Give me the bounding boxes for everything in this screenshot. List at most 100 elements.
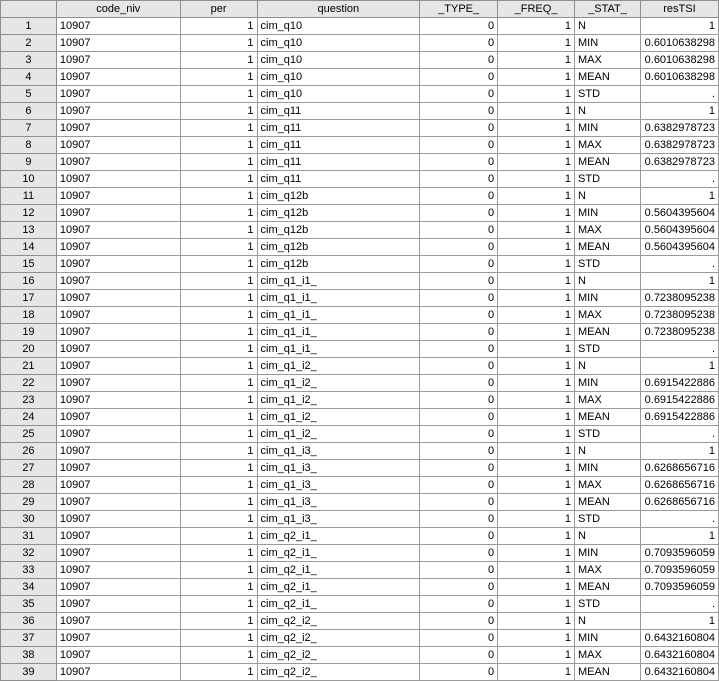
row-number[interactable]: 6 (0, 102, 57, 120)
cell-question[interactable]: cim_q11 (256, 153, 421, 171)
cell-code-niv[interactable]: 10907 (55, 187, 181, 205)
cell-restsi[interactable]: 1 (639, 527, 719, 545)
table-row[interactable]: 10 10907 1 cim_q11 0 1 STD. (0, 170, 719, 188)
cell-restsi[interactable]: 0.6268656716 (639, 493, 719, 511)
cell-restsi[interactable]: 0.7238095238 (639, 306, 719, 324)
cell-code-niv[interactable]: 10907 (55, 136, 181, 154)
cell-code-niv[interactable]: 10907 (55, 102, 181, 120)
cell-code-niv[interactable]: 10907 (55, 425, 181, 443)
cell-freq[interactable]: 1 (497, 391, 576, 409)
row-number[interactable]: 15 (0, 255, 57, 273)
cell-stat[interactable]: STD (574, 85, 641, 103)
cell-question[interactable]: cim_q11 (256, 136, 421, 154)
cell-type[interactable]: 0 (419, 374, 499, 392)
cell-question[interactable]: cim_q2_i1_ (256, 561, 421, 579)
cell-freq[interactable]: 1 (497, 408, 576, 426)
row-number[interactable]: 1 (0, 17, 57, 35)
column-header-question[interactable]: question (256, 0, 421, 18)
table-row[interactable]: 14 10907 1 cim_q12b 0 1 MEAN 0.5604395604 (0, 238, 719, 256)
cell-per[interactable]: 1 (179, 238, 258, 256)
cell-stat[interactable]: MEAN (574, 238, 641, 256)
table-row[interactable]: 24 10907 1 cim_q1_i2_ 0 1 MEAN 0.6915422886 (0, 408, 719, 426)
column-header-type[interactable]: _TYPE_ (419, 0, 499, 18)
row-number[interactable]: 18 (0, 306, 57, 324)
cell-stat[interactable]: N (574, 612, 641, 630)
row-number[interactable]: 28 (0, 476, 57, 494)
table-row[interactable]: 31 10907 1 cim_q2_i1_ 0 1 N 1 (0, 527, 719, 545)
table-row[interactable]: 22 10907 1 cim_q1_i2_ 0 1 MIN 0.6915422886 (0, 374, 719, 392)
cell-restsi[interactable]: 0.7093596059 (639, 544, 719, 562)
cell-code-niv[interactable]: 10907 (55, 238, 181, 256)
table-row[interactable]: 11 10907 1 cim_q12b 0 1 N 1 (0, 187, 719, 205)
cell-type[interactable]: 0 (419, 561, 499, 579)
cell-restsi[interactable]: 0.6915422886 (639, 374, 719, 392)
cell-code-niv[interactable]: 10907 (55, 493, 181, 511)
cell-stat[interactable]: MEAN (574, 408, 641, 426)
row-number[interactable]: 30 (0, 510, 57, 528)
cell-question[interactable]: cim_q1_i3_ (256, 442, 421, 460)
cell-question[interactable]: cim_q1_i2_ (256, 425, 421, 443)
column-header-per[interactable]: per (179, 0, 258, 18)
cell-restsi[interactable]: . (639, 595, 719, 613)
row-number[interactable]: 35 (0, 595, 57, 613)
row-number[interactable]: 25 (0, 425, 57, 443)
cell-per[interactable]: 1 (179, 85, 258, 103)
cell-per[interactable]: 1 (179, 493, 258, 511)
cell-stat[interactable]: MIN (574, 374, 641, 392)
cell-restsi[interactable]: 0.5604395604 (639, 221, 719, 239)
cell-restsi[interactable]: 0.6382978723 (639, 153, 719, 171)
cell-freq[interactable]: 1 (497, 629, 576, 647)
cell-freq[interactable]: 1 (497, 595, 576, 613)
table-row[interactable]: 35 10907 1 cim_q2_i1_ 0 1 STD. (0, 595, 719, 613)
cell-code-niv[interactable]: 10907 (55, 459, 181, 477)
cell-per[interactable]: 1 (179, 527, 258, 545)
cell-per[interactable]: 1 (179, 646, 258, 664)
cell-type[interactable]: 0 (419, 272, 499, 290)
cell-question[interactable]: cim_q1_i1_ (256, 340, 421, 358)
table-row[interactable]: 38 10907 1 cim_q2_i2_ 0 1 MAX 0.6432160804 (0, 646, 719, 664)
column-header-code-niv[interactable]: code_niv (55, 0, 181, 18)
cell-per[interactable]: 1 (179, 102, 258, 120)
table-row[interactable]: 17 10907 1 cim_q1_i1_ 0 1 MIN 0.7238095238 (0, 289, 719, 307)
row-number[interactable]: 17 (0, 289, 57, 307)
cell-type[interactable]: 0 (419, 340, 499, 358)
cell-per[interactable]: 1 (179, 544, 258, 562)
cell-type[interactable]: 0 (419, 289, 499, 307)
cell-question[interactable]: cim_q12b (256, 255, 421, 273)
table-row[interactable]: 16 10907 1 cim_q1_i1_ 0 1 N 1 (0, 272, 719, 290)
cell-type[interactable]: 0 (419, 442, 499, 460)
cell-question[interactable]: cim_q1_i3_ (256, 459, 421, 477)
cell-question[interactable]: cim_q10 (256, 85, 421, 103)
cell-freq[interactable]: 1 (497, 289, 576, 307)
cell-per[interactable]: 1 (179, 578, 258, 596)
cell-freq[interactable]: 1 (497, 323, 576, 341)
cell-question[interactable]: cim_q1_i2_ (256, 391, 421, 409)
cell-stat[interactable]: N (574, 357, 641, 375)
cell-code-niv[interactable]: 10907 (55, 340, 181, 358)
cell-restsi[interactable]: 0.6268656716 (639, 459, 719, 477)
cell-per[interactable]: 1 (179, 391, 258, 409)
cell-stat[interactable]: MAX (574, 561, 641, 579)
cell-type[interactable]: 0 (419, 595, 499, 613)
cell-question[interactable]: cim_q12b (256, 238, 421, 256)
cell-per[interactable]: 1 (179, 306, 258, 324)
row-number[interactable]: 12 (0, 204, 57, 222)
cell-per[interactable]: 1 (179, 476, 258, 494)
cell-code-niv[interactable]: 10907 (55, 629, 181, 647)
cell-question[interactable]: cim_q2_i2_ (256, 629, 421, 647)
cell-stat[interactable]: N (574, 17, 641, 35)
row-number[interactable]: 33 (0, 561, 57, 579)
cell-question[interactable]: cim_q1_i1_ (256, 306, 421, 324)
cell-type[interactable]: 0 (419, 51, 499, 69)
cell-freq[interactable]: 1 (497, 17, 576, 35)
cell-freq[interactable]: 1 (497, 255, 576, 273)
cell-question[interactable]: cim_q10 (256, 68, 421, 86)
cell-type[interactable]: 0 (419, 102, 499, 120)
cell-freq[interactable]: 1 (497, 510, 576, 528)
cell-freq[interactable]: 1 (497, 85, 576, 103)
cell-stat[interactable]: MEAN (574, 153, 641, 171)
cell-type[interactable]: 0 (419, 408, 499, 426)
cell-type[interactable]: 0 (419, 544, 499, 562)
cell-type[interactable]: 0 (419, 459, 499, 477)
cell-question[interactable]: cim_q10 (256, 17, 421, 35)
